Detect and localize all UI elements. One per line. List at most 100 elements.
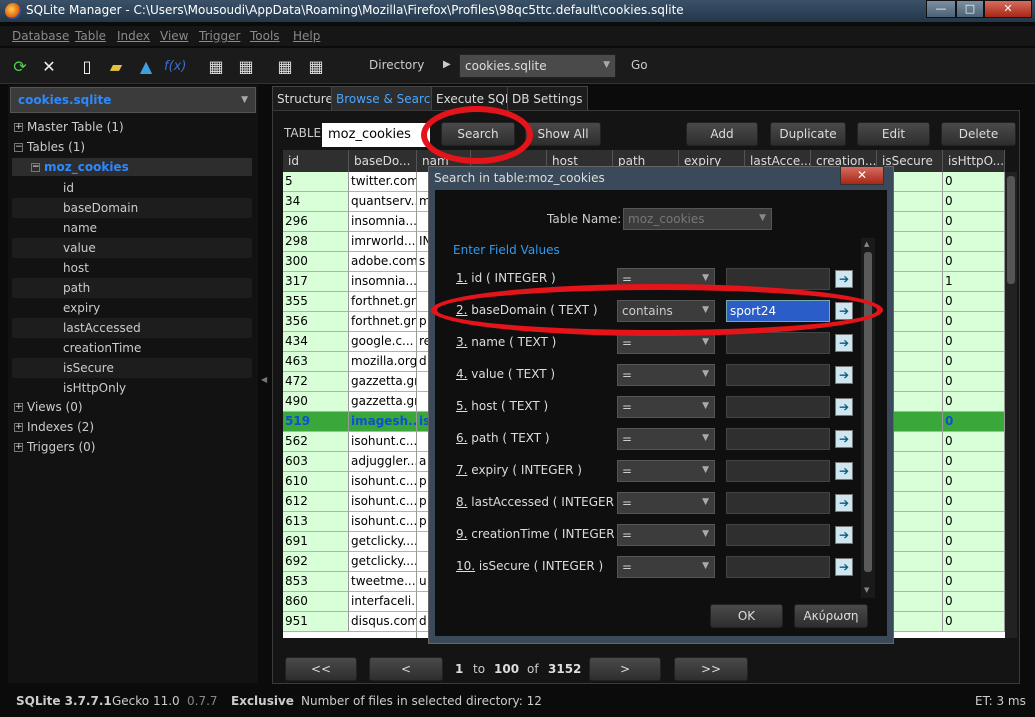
create-index-icon[interactable]: ▦ <box>274 56 296 78</box>
save-database-icon[interactable]: ▲ <box>135 56 157 78</box>
menu-view[interactable]: View <box>160 29 188 43</box>
operator-select[interactable]: = ▼ <box>617 524 715 546</box>
column-header[interactable]: id <box>283 150 349 172</box>
previous-page-button[interactable]: < <box>369 657 443 681</box>
next-page-button[interactable]: > <box>589 657 661 681</box>
cell-ishttponly[interactable]: 0 <box>943 232 1005 252</box>
scroll-down-icon[interactable]: ▼ <box>864 586 869 594</box>
function-icon[interactable]: f(x) <box>164 56 186 78</box>
apply-arrow-icon[interactable]: ➔ <box>835 558 853 576</box>
cell-basedomain[interactable]: insomnia.... <box>349 212 417 232</box>
reconnect-icon[interactable]: ⟳ <box>9 56 31 78</box>
tab-db-settings[interactable]: DB Settings <box>507 86 588 110</box>
cell-ishttponly[interactable]: 0 <box>943 532 1005 552</box>
tree-column[interactable]: isSecure <box>12 358 252 378</box>
delete-button[interactable]: Delete <box>941 122 1016 146</box>
cell-ishttponly[interactable]: 0 <box>943 472 1005 492</box>
tree-triggers[interactable]: + Triggers (0) <box>14 438 95 456</box>
directory-select[interactable]: cookies.sqlite ▼ <box>459 54 616 78</box>
cell-id[interactable]: 34 <box>283 192 349 212</box>
cell-basedomain[interactable]: imagesh... <box>349 412 417 432</box>
field-value-input[interactable] <box>726 364 830 386</box>
tree-master-table[interactable]: + Master Table (1) <box>14 118 124 136</box>
cell-basedomain[interactable]: tweetme... <box>349 572 417 592</box>
cell-basedomain[interactable]: mozilla.org <box>349 352 417 372</box>
expand-icon[interactable]: + <box>14 443 23 452</box>
add-button[interactable]: Add <box>686 122 758 146</box>
apply-arrow-icon[interactable]: ➔ <box>835 398 853 416</box>
expand-icon[interactable]: + <box>14 123 23 132</box>
column-header[interactable]: baseDo... <box>349 150 417 172</box>
grid-scrollbar[interactable] <box>1005 172 1017 638</box>
tree-column[interactable]: lastAccessed <box>12 318 252 338</box>
edit-button[interactable]: Edit <box>857 122 930 146</box>
tree-indexes[interactable]: + Indexes (2) <box>14 418 94 436</box>
cell-ishttponly[interactable]: 0 <box>943 352 1005 372</box>
apply-arrow-icon[interactable]: ➔ <box>835 270 853 288</box>
cell-basedomain[interactable]: imrworld.... <box>349 232 417 252</box>
go-button[interactable]: Go <box>631 58 648 72</box>
cell-basedomain[interactable]: isohunt.c... <box>349 512 417 532</box>
cell-id[interactable]: 613 <box>283 512 349 532</box>
new-database-icon[interactable]: ▯ <box>76 56 98 78</box>
operator-select[interactable]: = ▼ <box>617 460 715 482</box>
apply-arrow-icon[interactable]: ➔ <box>835 334 853 352</box>
tree-column[interactable]: isHttpOnly <box>12 378 252 398</box>
dialog-scrollbar[interactable]: ▲ ▼ <box>861 238 875 598</box>
menu-index[interactable]: Index <box>117 29 150 43</box>
show-all-button[interactable]: Show All <box>525 122 601 146</box>
apply-arrow-icon[interactable]: ➔ <box>835 494 853 512</box>
collapse-icon[interactable]: − <box>14 143 23 152</box>
menu-trigger[interactable]: Trigger <box>199 29 240 43</box>
cell-ishttponly[interactable]: 0 <box>943 432 1005 452</box>
cell-basedomain[interactable]: disqus.com <box>349 612 417 632</box>
column-header[interactable]: isHttpO... <box>943 150 1005 172</box>
menu-help[interactable]: Help <box>293 29 320 43</box>
apply-arrow-icon[interactable]: ➔ <box>835 462 853 480</box>
operator-select[interactable]: = ▼ <box>617 428 715 450</box>
field-value-input[interactable] <box>726 428 830 450</box>
cell-id[interactable]: 356 <box>283 312 349 332</box>
cell-id[interactable]: 300 <box>283 252 349 272</box>
cell-id[interactable]: 612 <box>283 492 349 512</box>
cell-ishttponly[interactable]: 0 <box>943 412 1005 432</box>
cell-id[interactable]: 853 <box>283 572 349 592</box>
tree-column[interactable]: baseDomain <box>12 198 252 218</box>
cell-id[interactable]: 603 <box>283 452 349 472</box>
cell-id[interactable]: 317 <box>283 272 349 292</box>
open-folder-icon[interactable]: ▰ <box>105 56 127 78</box>
cell-id[interactable]: 610 <box>283 472 349 492</box>
tree-table-moz-cookies[interactable]: − moz_cookies <box>12 158 252 176</box>
cell-ishttponly[interactable]: 0 <box>943 252 1005 272</box>
cell-basedomain[interactable]: insomnia.... <box>349 272 417 292</box>
cell-id[interactable]: 692 <box>283 552 349 572</box>
cell-ishttponly[interactable]: 0 <box>943 592 1005 612</box>
ok-button[interactable]: OK <box>710 604 783 628</box>
tab-browse-search[interactable]: Browse & Search <box>331 86 443 110</box>
cell-id[interactable]: 691 <box>283 532 349 552</box>
tab-structure[interactable]: Structure <box>272 86 338 110</box>
cell-id[interactable]: 355 <box>283 292 349 312</box>
cell-basedomain[interactable]: isohunt.c... <box>349 492 417 512</box>
tools-icon[interactable]: ✕ <box>38 56 60 78</box>
cell-ishttponly[interactable]: 0 <box>943 332 1005 352</box>
drop-index-icon[interactable]: ▦ <box>305 56 327 78</box>
cell-basedomain[interactable]: isohunt.c... <box>349 432 417 452</box>
drop-table-icon[interactable]: ▦ <box>235 56 257 78</box>
cell-id[interactable]: 860 <box>283 592 349 612</box>
cell-id[interactable]: 434 <box>283 332 349 352</box>
cell-ishttponly[interactable]: 0 <box>943 372 1005 392</box>
menu-tools[interactable]: Tools <box>250 29 280 43</box>
database-select[interactable]: cookies.sqlite ▼ <box>10 87 256 113</box>
cell-ishttponly[interactable]: 0 <box>943 292 1005 312</box>
create-table-icon[interactable]: ▦ <box>205 56 227 78</box>
cell-id[interactable]: 490 <box>283 392 349 412</box>
maximize-button[interactable]: □ <box>956 0 984 18</box>
cell-basedomain[interactable]: gazzetta.gr <box>349 372 417 392</box>
cell-basedomain[interactable]: getclicky.... <box>349 532 417 552</box>
tree-column[interactable]: host <box>12 258 252 278</box>
close-window-button[interactable]: ✕ <box>984 0 1032 18</box>
cell-ishttponly[interactable]: 0 <box>943 392 1005 412</box>
cell-id[interactable]: 519 <box>283 412 349 432</box>
cell-ishttponly[interactable]: 1 <box>943 272 1005 292</box>
